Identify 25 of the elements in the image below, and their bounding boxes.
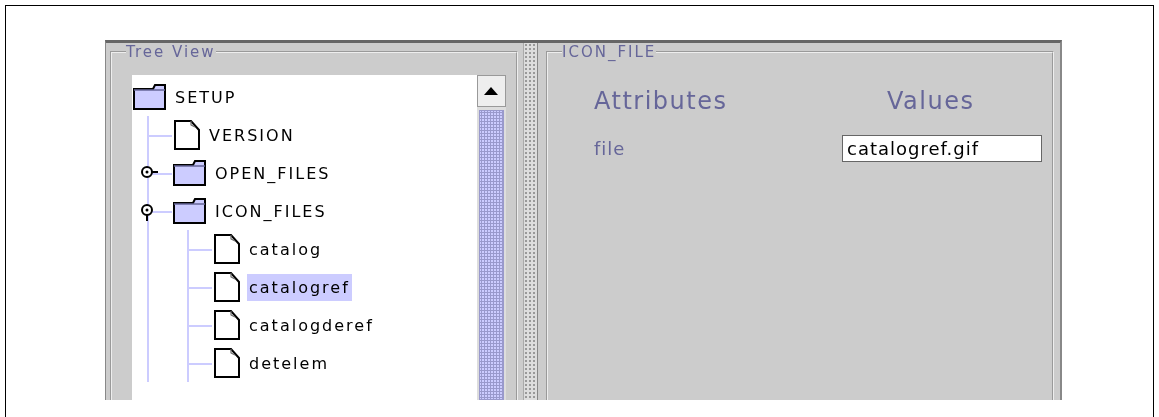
panel-title: ICON_FILE <box>562 43 657 61</box>
scrollbar[interactable] <box>476 75 506 400</box>
document-icon <box>213 271 241 303</box>
tree-item[interactable]: OPEN_FILES <box>213 159 333 187</box>
document-icon <box>213 233 241 265</box>
document-icon <box>173 119 201 151</box>
tree-item[interactable]: VERSION <box>207 121 297 149</box>
column-header: Attributes <box>594 87 729 115</box>
folder-icon <box>133 83 167 111</box>
attribute-label: file <box>594 138 627 159</box>
tree-item[interactable]: catalogderef <box>247 311 376 339</box>
splitter-handle[interactable] <box>522 43 538 400</box>
scroll-thumb[interactable] <box>478 110 504 400</box>
panel-title: Tree View <box>126 43 216 61</box>
tree-item[interactable]: SETUP <box>173 83 239 111</box>
document-icon <box>213 309 241 341</box>
document-icon <box>213 347 241 379</box>
tree-item[interactable]: catalogref <box>247 273 352 301</box>
tree-item[interactable]: ICON_FILES <box>213 197 329 225</box>
up-arrow-icon <box>484 87 499 95</box>
column-header: Values <box>886 87 976 115</box>
tree-item[interactable]: detelem <box>247 349 331 377</box>
scroll-up-button[interactable] <box>476 75 506 107</box>
tree-item[interactable]: catalog <box>247 235 325 263</box>
value-field[interactable]: catalogref.gif <box>842 135 1042 162</box>
